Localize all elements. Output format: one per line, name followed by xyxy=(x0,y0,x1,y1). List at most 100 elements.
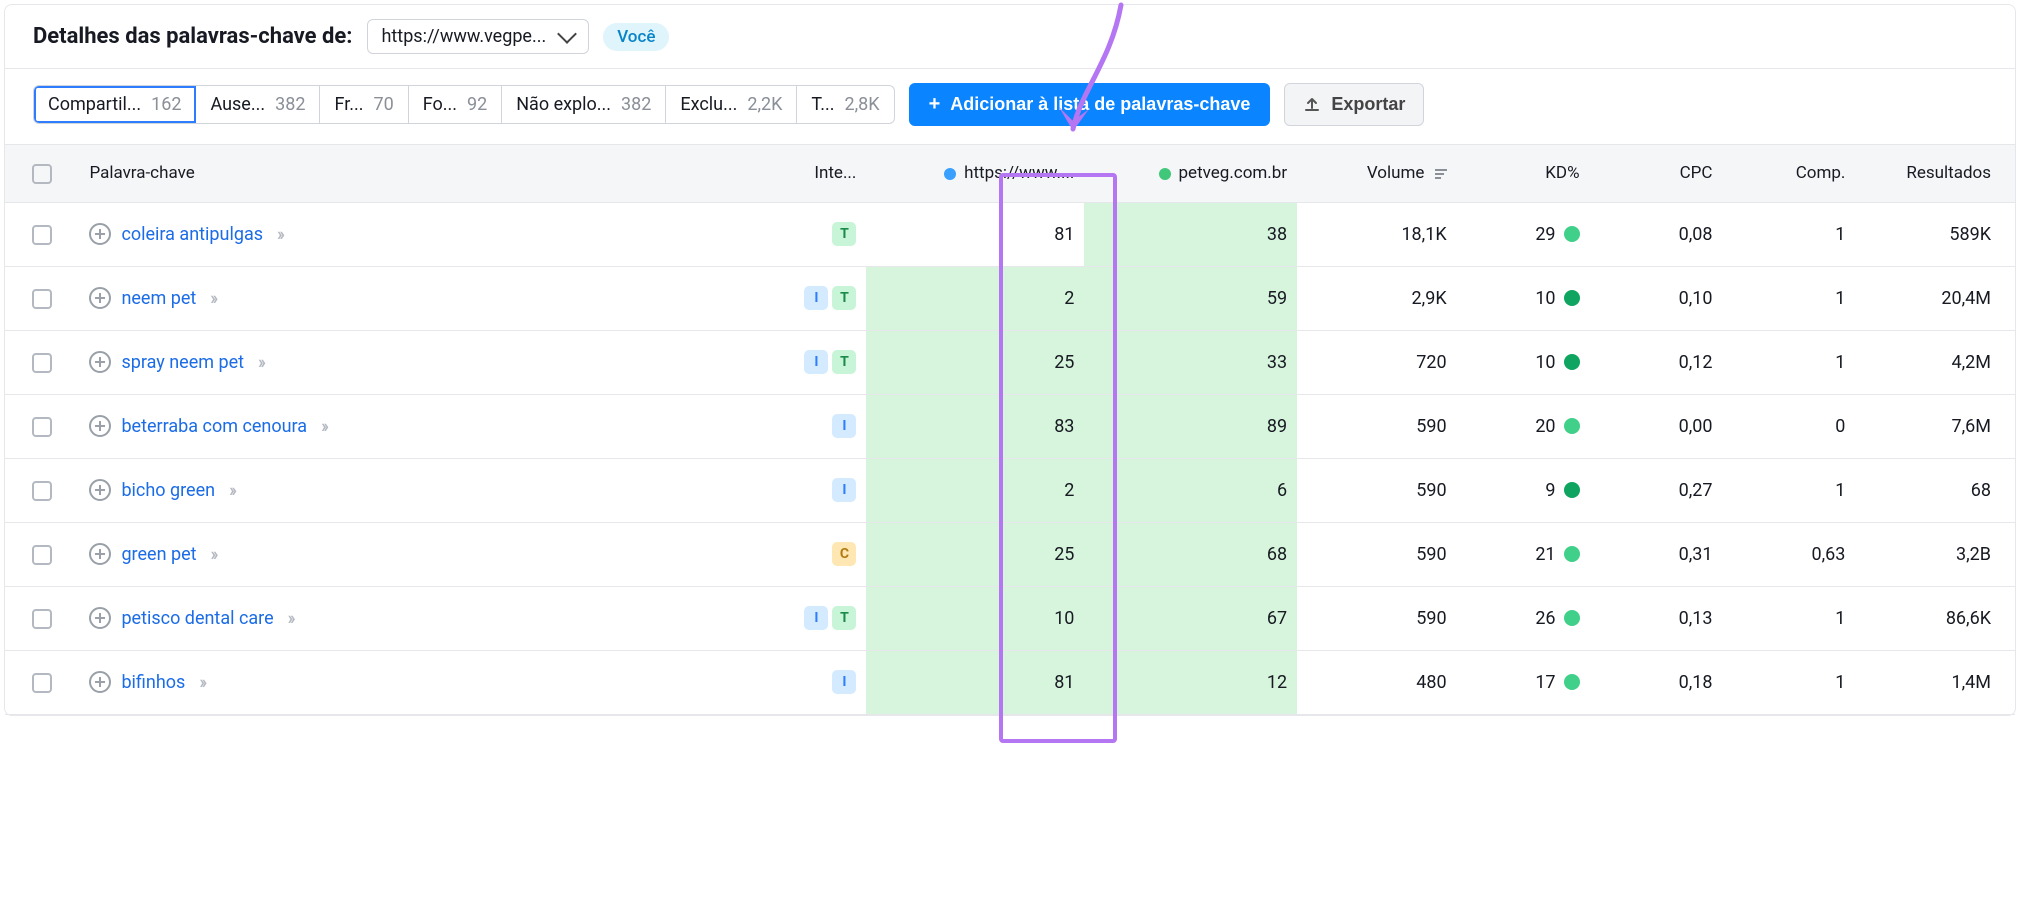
row-checkbox[interactable] xyxy=(32,545,52,565)
add-to-list-button[interactable]: Adicionar à lista de palavras-chave xyxy=(909,83,1271,126)
table-row: coleira antipulgas››T813818,1K290,081589… xyxy=(5,202,2015,266)
keyword-link[interactable]: bifinhos xyxy=(121,672,185,693)
cell-kd: 26 xyxy=(1457,586,1590,650)
cell-competitor-1: 25 xyxy=(866,330,1084,394)
export-label: Exportar xyxy=(1331,94,1405,115)
keyword-link[interactable]: beterraba com cenoura xyxy=(121,416,307,437)
intent-pill-t: T xyxy=(832,222,856,246)
cell-volume: 590 xyxy=(1297,586,1457,650)
filter-segment[interactable]: Fo... 92 xyxy=(409,86,503,123)
filter-segment-count: 382 xyxy=(275,94,305,115)
kd-dot-icon xyxy=(1564,610,1580,626)
intent-pill-c: C xyxy=(832,542,856,566)
expand-icon[interactable] xyxy=(89,351,111,373)
table-row: petisco dental care››IT1067590260,13186,… xyxy=(5,586,2015,650)
intent-pill-i: I xyxy=(832,414,856,438)
row-checkbox[interactable] xyxy=(32,609,52,629)
cell-volume: 18,1K xyxy=(1297,202,1457,266)
row-checkbox[interactable] xyxy=(32,289,52,309)
cell-results: 68 xyxy=(1855,458,2015,522)
filter-segment[interactable]: Exclu... 2,2K xyxy=(666,86,797,123)
col-cpc[interactable]: CPC xyxy=(1590,145,1723,203)
row-checkbox[interactable] xyxy=(32,353,52,373)
cell-cpc: 0,31 xyxy=(1590,522,1723,586)
col-intent[interactable]: Inte... xyxy=(771,145,867,203)
cell-cpc: 0,12 xyxy=(1590,330,1723,394)
cell-cpc: 0,13 xyxy=(1590,586,1723,650)
filter-segment-label: Fo... xyxy=(423,94,457,115)
table-header-row: Palavra-chave Inte... https://www.... pe… xyxy=(5,145,2015,203)
site-dropdown-label: https://www.vegpe... xyxy=(382,26,547,47)
chevron-right-icon: ›› xyxy=(211,544,216,565)
intent-pill-t: T xyxy=(832,286,856,310)
col-competitor-2[interactable]: petveg.com.br xyxy=(1084,145,1297,203)
cell-comp: 0,63 xyxy=(1722,522,1855,586)
row-checkbox[interactable] xyxy=(32,481,52,501)
page-title: Detalhes das palavras-chave de: xyxy=(33,24,353,49)
keyword-link[interactable]: bicho green xyxy=(121,480,215,501)
cell-cpc: 0,18 xyxy=(1590,650,1723,714)
expand-icon[interactable] xyxy=(89,671,111,693)
row-checkbox[interactable] xyxy=(32,225,52,245)
col-volume[interactable]: Volume xyxy=(1297,145,1457,203)
col-results[interactable]: Resultados xyxy=(1855,145,2015,203)
table-row: bicho green››I2659090,27168 xyxy=(5,458,2015,522)
expand-icon[interactable] xyxy=(89,287,111,309)
select-all-checkbox[interactable] xyxy=(32,164,52,184)
row-checkbox[interactable] xyxy=(32,673,52,693)
keyword-link[interactable]: coleira antipulgas xyxy=(121,224,263,245)
cell-kd: 29 xyxy=(1457,202,1590,266)
col-kd[interactable]: KD% xyxy=(1457,145,1590,203)
cell-results: 589K xyxy=(1855,202,2015,266)
dot-icon xyxy=(944,168,956,180)
cell-cpc: 0,00 xyxy=(1590,394,1723,458)
expand-icon[interactable] xyxy=(89,223,111,245)
keyword-link[interactable]: neem pet xyxy=(121,288,196,309)
expand-icon[interactable] xyxy=(89,479,111,501)
table-row: bifinhos››I8112480170,1811,4M xyxy=(5,650,2015,714)
intent-pills: I xyxy=(781,414,857,438)
intent-pill-i: I xyxy=(832,478,856,502)
expand-icon[interactable] xyxy=(89,607,111,629)
intent-pill-i: I xyxy=(804,286,828,310)
cell-results: 86,6K xyxy=(1855,586,2015,650)
col-competitor-1[interactable]: https://www.... xyxy=(866,145,1084,203)
cell-competitor-2: 67 xyxy=(1084,586,1297,650)
kd-dot-icon xyxy=(1564,226,1580,242)
col-keyword[interactable]: Palavra-chave xyxy=(79,145,770,203)
filter-segment[interactable]: Compartil...162 xyxy=(34,86,196,123)
filter-segment[interactable]: Fr...70 xyxy=(320,86,408,123)
cell-kd: 21 xyxy=(1457,522,1590,586)
intent-pills: IT xyxy=(781,286,857,310)
keyword-link[interactable]: green pet xyxy=(121,544,196,565)
filter-segment[interactable]: Não explo...382 xyxy=(502,86,666,123)
filter-segments: Compartil...162Ause...382Fr...70 Fo... 92 N… xyxy=(33,85,895,124)
cell-competitor-1: 2 xyxy=(866,266,1084,330)
col-checkbox xyxy=(5,145,79,203)
filter-segment-count: 382 xyxy=(621,94,651,115)
table-body: coleira antipulgas››T813818,1K290,081589… xyxy=(5,202,2015,714)
plus-icon xyxy=(929,93,941,116)
filter-segment-count: 2,2K xyxy=(747,94,782,115)
expand-icon[interactable] xyxy=(89,415,111,437)
keywords-panel: Detalhes das palavras-chave de: https://… xyxy=(4,4,2016,716)
filter-segment[interactable]: T...2,8K xyxy=(797,86,893,123)
keyword-link[interactable]: petisco dental care xyxy=(121,608,273,629)
site-dropdown[interactable]: https://www.vegpe... xyxy=(367,19,590,54)
kd-dot-icon xyxy=(1564,674,1580,690)
cell-comp: 1 xyxy=(1722,458,1855,522)
cell-cpc: 0,10 xyxy=(1590,266,1723,330)
export-button[interactable]: Exportar xyxy=(1284,83,1424,126)
cell-kd: 10 xyxy=(1457,330,1590,394)
filter-segment[interactable]: Ause...382 xyxy=(196,86,320,123)
intent-pill-i: I xyxy=(804,606,828,630)
filter-segment-count: 92 xyxy=(467,94,487,115)
keyword-link[interactable]: spray neem pet xyxy=(121,352,244,373)
cell-results: 7,6M xyxy=(1855,394,2015,458)
row-checkbox[interactable] xyxy=(32,417,52,437)
filter-segment-label: Exclu... xyxy=(680,94,737,115)
kd-dot-icon xyxy=(1564,418,1580,434)
intent-pill-i: I xyxy=(804,350,828,374)
expand-icon[interactable] xyxy=(89,543,111,565)
col-comp[interactable]: Comp. xyxy=(1722,145,1855,203)
